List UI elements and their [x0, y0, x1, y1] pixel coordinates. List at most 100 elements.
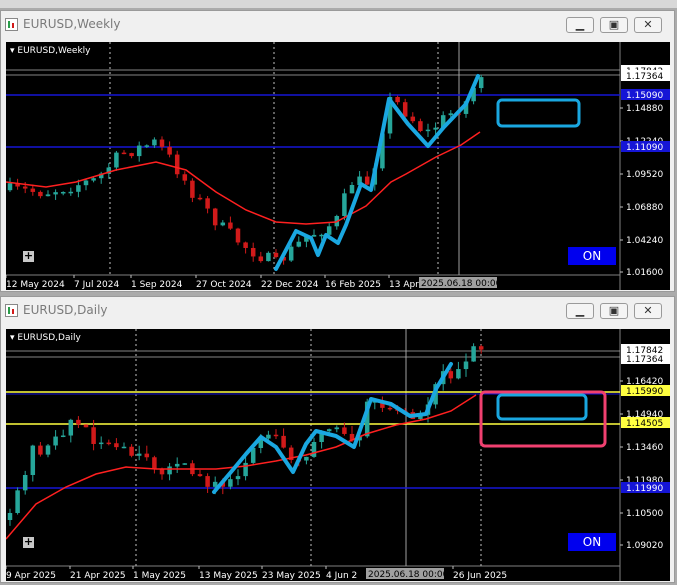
weekly-chart-area[interactable]: 1.178421.173641.150901.148801.122401.110…	[6, 42, 670, 290]
candle-body	[212, 208, 218, 226]
restore-icon: ▣	[608, 304, 620, 317]
collapse-triangle-icon: ▾	[10, 46, 15, 56]
weekly-on-badge[interactable]: ON	[568, 247, 616, 265]
candle-body	[68, 419, 74, 436]
daily-zone-box	[496, 393, 588, 421]
candle-body	[205, 476, 210, 487]
candle-body	[68, 191, 74, 194]
candle-body	[144, 453, 150, 458]
candle-body	[76, 419, 81, 425]
candle-body	[190, 180, 195, 198]
price-axis-label: 1.01600	[626, 268, 663, 278]
weekly-expand-icon[interactable]: +	[23, 250, 34, 262]
candle-body	[478, 77, 484, 89]
weekly-symbol-label: ▾ EURUSD,Weekly	[10, 46, 91, 56]
candle-body	[205, 198, 210, 209]
candle-body	[60, 435, 66, 438]
candle-body	[174, 154, 180, 175]
candle-body	[410, 116, 416, 122]
candle-body	[228, 222, 233, 229]
weekly-zone-box	[496, 98, 581, 128]
candle-body	[144, 145, 150, 147]
time-axis-label: 4 Jun 2	[326, 571, 357, 581]
close-button[interactable]: ✕	[634, 17, 662, 33]
price-axis-label: 1.06880	[626, 203, 663, 213]
time-axis-label: 7 Jul 2024	[74, 280, 119, 290]
candle-body	[273, 252, 279, 258]
weekly-chart-window[interactable]: EURUSD,Weekly ▁ ▣ ✕ 1.178421.173641.1509…	[0, 10, 675, 292]
crosshair-time-label: 2025.06.18 00:00	[368, 570, 449, 580]
candle-body	[114, 443, 119, 448]
candle-body	[174, 463, 180, 467]
candle-body	[38, 445, 43, 455]
minimize-button[interactable]: ▁	[566, 303, 594, 319]
candle-body	[136, 145, 142, 157]
weekly-window-title: EURUSD,Weekly	[23, 17, 121, 31]
candle-body	[243, 242, 248, 248]
candle-body	[152, 139, 157, 146]
candle-body	[60, 192, 66, 194]
candle-body	[121, 446, 127, 449]
daily-window-title: EURUSD,Daily	[23, 303, 108, 317]
price-axis-label: 1.09520	[626, 170, 663, 180]
candle-body	[342, 193, 347, 216]
candle-body	[364, 176, 370, 185]
candle-body	[425, 129, 431, 132]
chart-window-icon	[5, 18, 18, 31]
candle-body	[319, 234, 324, 237]
daily-symbol-text: EURUSD,Daily	[17, 333, 81, 343]
close-button[interactable]: ✕	[634, 303, 662, 319]
restore-button[interactable]: ▣	[600, 17, 628, 33]
candle-body	[22, 186, 28, 189]
candle-body	[121, 152, 127, 155]
time-axis-label: 1 May 2025	[133, 571, 186, 581]
daily-expand-icon[interactable]: +	[23, 536, 34, 548]
candle-body	[15, 490, 20, 514]
candle-body	[288, 246, 294, 261]
candle-body	[304, 456, 309, 461]
candle-body	[159, 139, 165, 147]
restore-icon: ▣	[608, 18, 620, 31]
candle-body	[235, 228, 241, 243]
moving-average-line	[6, 131, 481, 225]
candle-body	[91, 178, 96, 181]
price-tag-label: 1.11090	[626, 143, 663, 153]
price-axis-label: 1.04240	[626, 236, 663, 246]
weekly-title-bar[interactable]: EURUSD,Weekly ▁ ▣ ✕	[1, 11, 674, 39]
workspace-top-strip	[0, 0, 677, 8]
candle-body	[228, 479, 233, 487]
candle-body	[448, 371, 454, 379]
price-tag-label: 1.17364	[626, 355, 663, 365]
candle-body	[197, 197, 203, 200]
time-axis-label: 23 May 2025	[262, 571, 321, 581]
candle-body	[114, 152, 119, 168]
candle-body	[402, 102, 408, 117]
daily-chart-area[interactable]: 1.17842 1.17364 1.16420 1.15990 1.14940 1.145…	[6, 329, 670, 581]
collapse-triangle-icon: ▾	[10, 333, 15, 343]
candle-body	[433, 127, 438, 130]
time-axis-label: 27 Oct 2024	[196, 280, 252, 290]
candle-body	[281, 435, 286, 448]
candle-body	[53, 436, 58, 446]
daily-chart-window[interactable]: EURUSD,Daily ▁ ▣ ✕ 1.17842 1.17364 1.16420…	[0, 296, 675, 583]
time-axis-label: 16 Feb 2025	[325, 280, 381, 290]
minimize-icon: ▁	[575, 304, 585, 317]
candle-body	[167, 146, 172, 155]
candle-body	[471, 346, 476, 362]
daily-symbol-label: ▾ EURUSD,Daily	[10, 333, 81, 343]
time-axis-label: 13 May 2025	[199, 571, 258, 581]
candle-body	[334, 427, 340, 430]
candle-body	[76, 185, 81, 192]
candle-body	[311, 442, 317, 457]
daily-title-bar[interactable]: EURUSD,Daily ▁ ▣ ✕	[1, 297, 674, 325]
minimize-button[interactable]: ▁	[566, 17, 594, 33]
minimize-icon: ▁	[575, 18, 585, 31]
candle-body	[91, 427, 96, 444]
price-tag-label: 1.11990	[626, 484, 663, 494]
candle-body	[30, 445, 36, 475]
close-icon: ✕	[643, 18, 653, 31]
restore-button[interactable]: ▣	[600, 303, 628, 319]
price-tag-label: 1.15990	[626, 387, 663, 397]
candle-body	[53, 192, 58, 195]
daily-on-badge[interactable]: ON	[568, 533, 616, 551]
